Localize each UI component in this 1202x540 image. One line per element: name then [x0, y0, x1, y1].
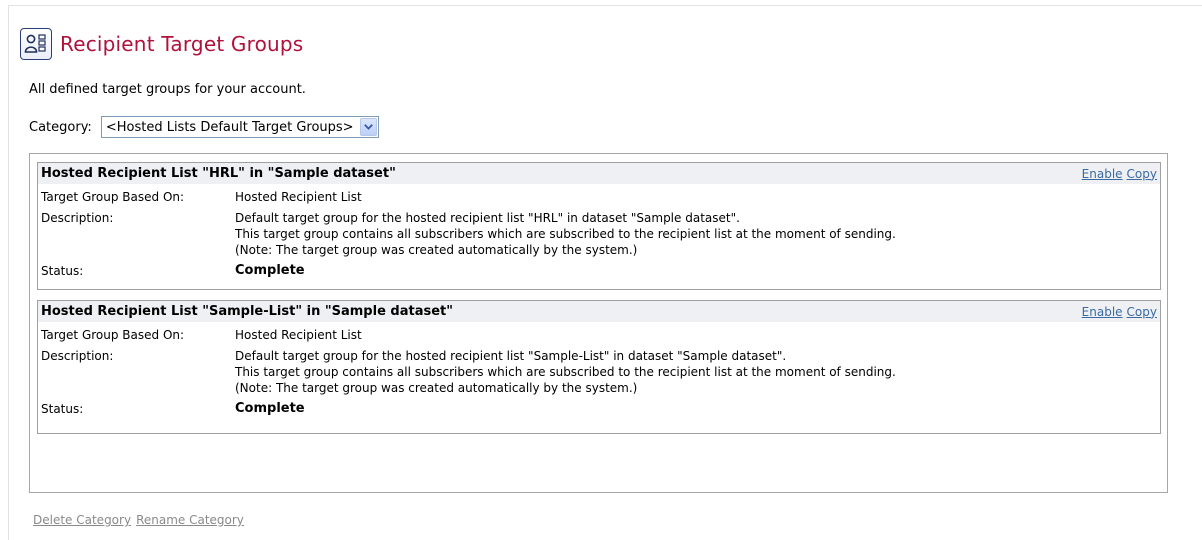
target-group-title: Hosted Recipient List "Sample-List" in "…	[41, 304, 454, 319]
status-value: Complete	[235, 263, 305, 278]
target-group-card: Hosted Recipient List "HRL" in "Sample d…	[37, 162, 1161, 290]
delete-category-link[interactable]: Delete Category	[33, 513, 131, 527]
category-filter: Category: <Hosted Lists Default Target G…	[29, 116, 379, 138]
based-on-value: Hosted Recipient List	[235, 328, 362, 342]
category-select-value: <Hosted Lists Default Target Groups>	[105, 119, 354, 135]
page-subtitle: All defined target groups for your accou…	[29, 82, 306, 97]
target-group-header: Hosted Recipient List "HRL" in "Sample d…	[38, 163, 1160, 184]
description-row: Description: Default target group for th…	[38, 210, 1160, 258]
description-line: Default target group for the hosted reci…	[235, 349, 787, 363]
status-value: Complete	[235, 401, 305, 416]
description-line: (Note: The target group was created auto…	[235, 243, 638, 257]
page-top-border	[8, 5, 1202, 6]
category-label: Category:	[29, 119, 92, 135]
description-line: This target group contains all subscribe…	[235, 227, 896, 241]
status-row: Status: Complete	[38, 263, 1160, 279]
status-label: Status:	[41, 264, 84, 278]
description-line: This target group contains all subscribe…	[235, 365, 896, 379]
based-on-row: Target Group Based On: Hosted Recipient …	[38, 189, 1160, 205]
based-on-row: Target Group Based On: Hosted Recipient …	[38, 327, 1160, 343]
enable-link[interactable]: Enable	[1082, 167, 1123, 181]
target-group-header: Hosted Recipient List "Sample-List" in "…	[38, 301, 1160, 322]
category-select[interactable]: <Hosted Lists Default Target Groups>	[100, 116, 379, 138]
target-groups-icon	[20, 28, 52, 60]
status-label: Status:	[41, 402, 84, 416]
copy-link[interactable]: Copy	[1127, 167, 1157, 181]
description-line: Default target group for the hosted reci…	[235, 211, 740, 225]
target-group-card: Hosted Recipient List "Sample-List" in "…	[37, 300, 1161, 434]
chevron-down-icon[interactable]	[359, 118, 377, 136]
based-on-label: Target Group Based On:	[41, 190, 185, 204]
category-actions: Delete Category Rename Category	[33, 513, 244, 527]
description-label: Description:	[41, 211, 114, 225]
target-group-title: Hosted Recipient List "HRL" in "Sample d…	[41, 166, 396, 181]
target-group-actions: Enable Copy	[1082, 167, 1160, 181]
target-groups-list: Hosted Recipient List "HRL" in "Sample d…	[29, 153, 1168, 493]
description-value: Default target group for the hosted reci…	[235, 348, 896, 396]
description-line: (Note: The target group was created auto…	[235, 381, 638, 395]
based-on-value: Hosted Recipient List	[235, 190, 362, 204]
description-label: Description:	[41, 349, 114, 363]
page-left-border	[8, 5, 9, 540]
enable-link[interactable]: Enable	[1082, 305, 1123, 319]
description-row: Description: Default target group for th…	[38, 348, 1160, 396]
page-header: Recipient Target Groups	[20, 24, 303, 64]
based-on-label: Target Group Based On:	[41, 328, 185, 342]
copy-link[interactable]: Copy	[1127, 305, 1157, 319]
status-row: Status: Complete	[38, 401, 1160, 417]
rename-category-link[interactable]: Rename Category	[136, 513, 244, 527]
description-value: Default target group for the hosted reci…	[235, 210, 896, 258]
target-group-actions: Enable Copy	[1082, 305, 1160, 319]
page-title: Recipient Target Groups	[60, 32, 304, 56]
